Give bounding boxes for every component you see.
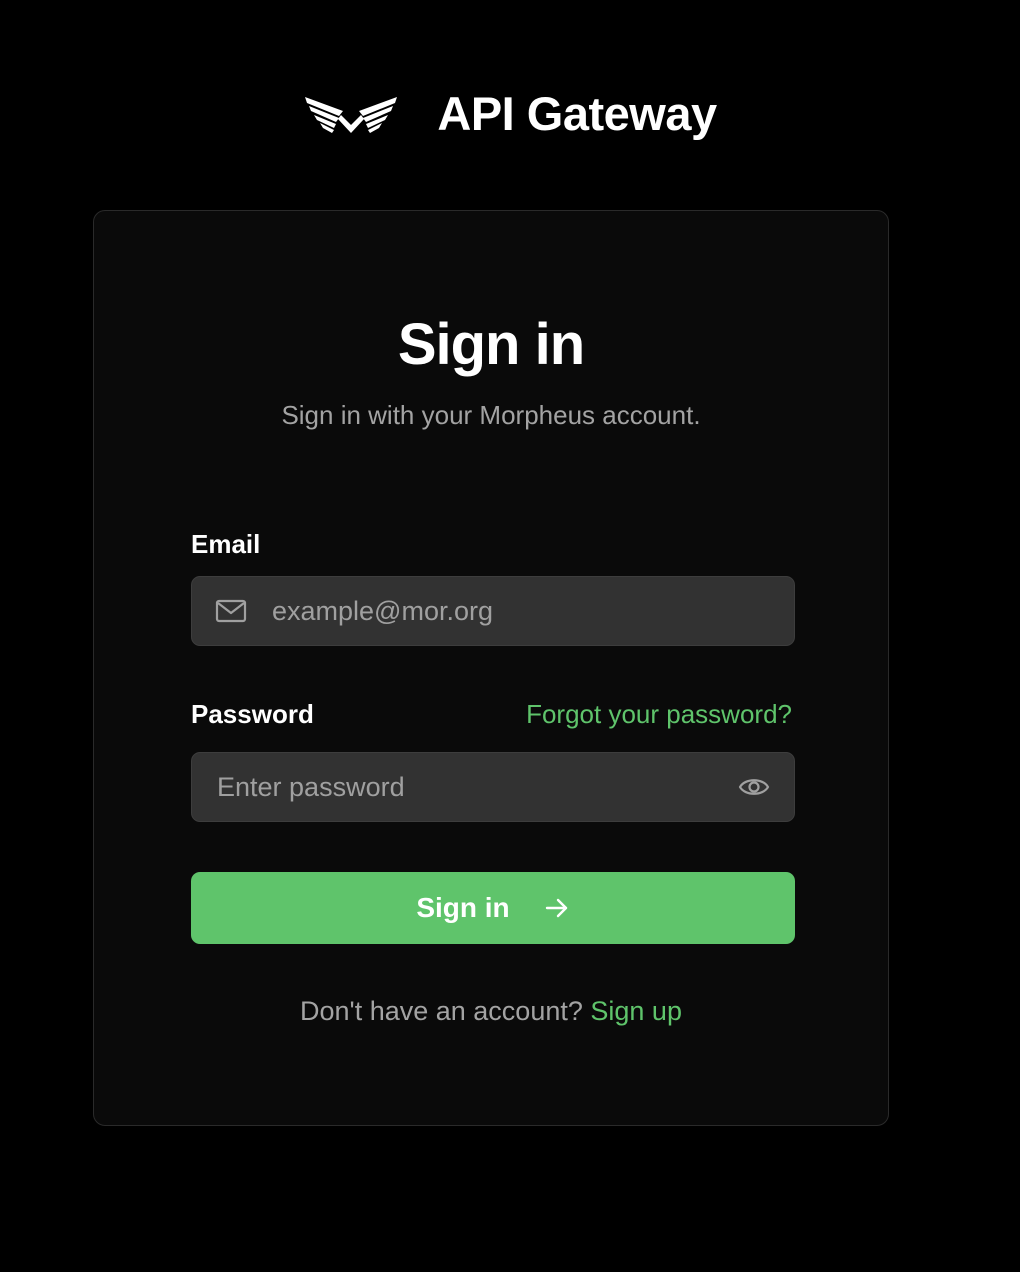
app-title: API Gateway — [437, 86, 717, 140]
sign-in-button[interactable]: Sign in — [191, 872, 795, 944]
sign-in-card: Sign in Sign in with your Morpheus accou… — [93, 210, 889, 1126]
email-label: Email — [191, 529, 261, 559]
header: API Gateway — [0, 78, 1020, 148]
email-field-container[interactable] — [191, 576, 795, 646]
morpheus-wings-logo-icon — [305, 97, 398, 133]
sign-in-page: API Gateway Sign in Sign in with your Mo… — [0, 0, 1020, 1272]
password-field-container[interactable] — [191, 752, 795, 822]
page-subtitle: Sign in with your Morpheus account. — [281, 400, 701, 430]
forgot-password-link[interactable]: Forgot your password? — [526, 697, 792, 731]
sign-in-button-label: Sign in — [416, 892, 510, 923]
password-label: Password — [191, 699, 314, 729]
eye-icon[interactable] — [738, 774, 770, 800]
email-field[interactable] — [272, 577, 794, 645]
arrow-right-icon — [545, 898, 567, 918]
signup-prompt: Don't have an account? — [300, 996, 583, 1026]
signup-row: Don't have an account? Sign up — [94, 993, 888, 1029]
password-field[interactable] — [192, 753, 738, 821]
page-title: Sign in — [397, 312, 585, 377]
sign-up-link[interactable]: Sign up — [590, 996, 682, 1026]
mail-icon — [215, 599, 247, 623]
